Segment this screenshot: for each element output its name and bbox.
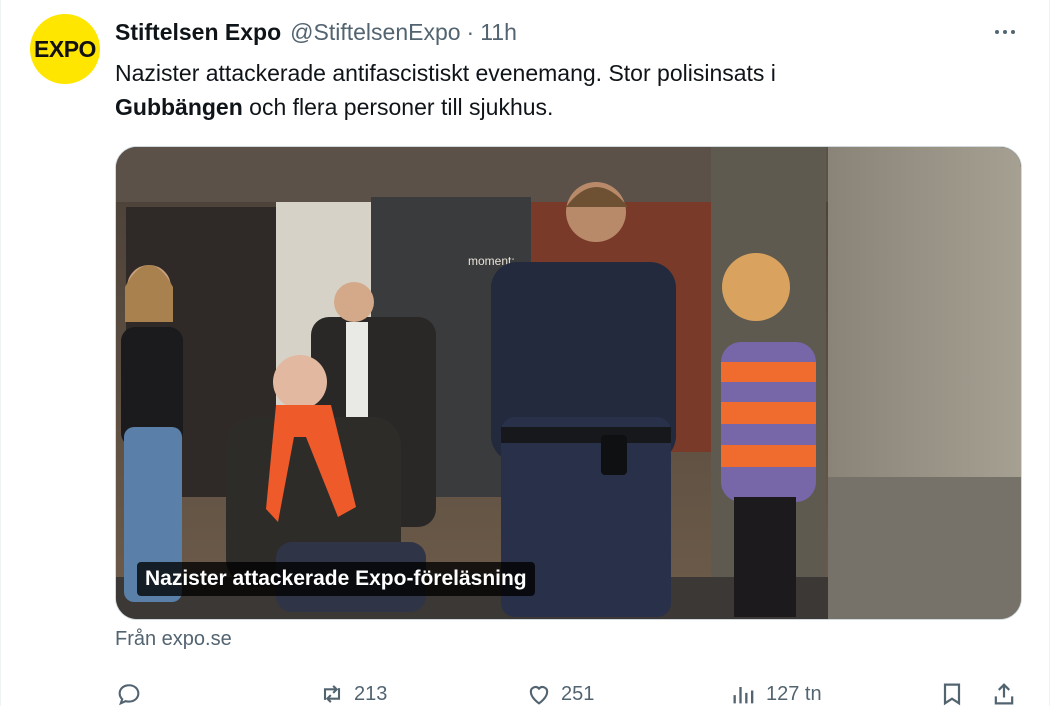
more-dot [1003,30,1007,34]
display-name[interactable]: Stiftelsen Expo [115,19,281,46]
user-handle[interactable]: @StiftelsenExpo [290,19,460,46]
like-icon [529,686,549,705]
more-icon[interactable] [990,20,1020,44]
avatar[interactable]: EXPO [30,14,100,84]
reply-icon [118,684,140,706]
more-dot [1011,30,1015,34]
link-source[interactable]: Från expo.se [115,628,232,651]
bookmark-icon [943,683,961,706]
card-right-border [1049,0,1050,706]
photo-illustration: moment: [116,147,1021,619]
share-icon [994,683,1014,705]
more-dot [995,30,999,34]
reply-button[interactable] [115,676,151,712]
media-caption: Nazister attackerade Expo-föreläsning [137,562,535,596]
repost-icon [323,685,341,703]
tweet-header: Stiftelsen Expo @StiftelsenExpo · 11h [115,16,517,48]
share-button[interactable] [990,676,1018,712]
tweet-text-bold: Gubbängen [115,94,243,120]
views-button[interactable]: 127 tn [730,676,822,712]
tweet-text-rest: och flera personer till sjukhus. [242,94,554,120]
bookmark-button[interactable] [938,676,966,712]
repost-button[interactable]: 213 [318,676,387,712]
like-button[interactable]: 251 [525,676,594,712]
card-left-border [0,0,1,706]
separator-dot: · [466,18,475,45]
tweet-text-line1: Nazister attackerade antifascistiskt eve… [115,60,776,86]
views-icon [733,687,754,704]
expo-logo: EXPO [34,35,96,62]
repost-count: 213 [354,682,388,705]
media-photo[interactable]: moment: [115,146,1022,620]
timestamp[interactable]: 11h [480,19,517,46]
tweet-text: Nazister attackerade antifascistiskt eve… [115,56,1015,124]
like-count: 251 [561,682,595,705]
views-count: 127 tn [766,682,822,705]
action-bar: 213 251 127 tn [0,676,1060,712]
